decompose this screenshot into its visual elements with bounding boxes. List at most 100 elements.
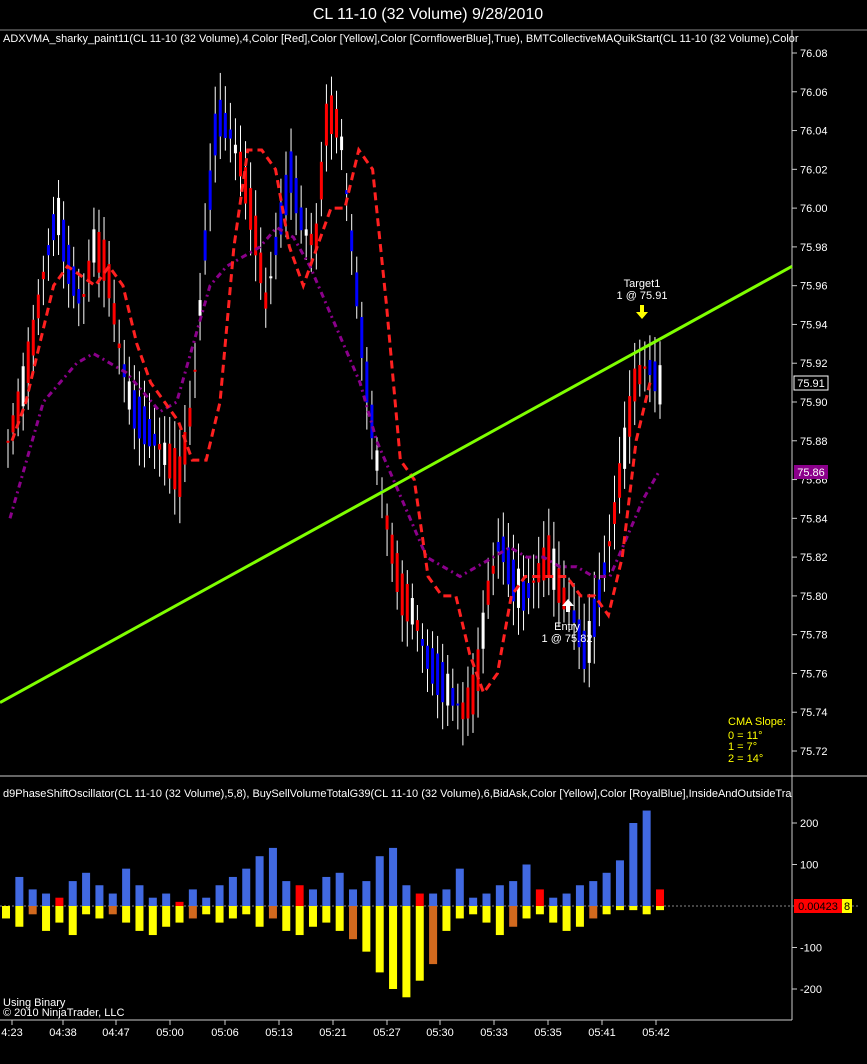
buy-volume-bar [255, 856, 264, 906]
buy-volume-bar [562, 893, 571, 906]
candle-body [72, 266, 76, 296]
candle-body [491, 565, 495, 574]
buy-volume-bar [402, 885, 411, 906]
candle-body [602, 562, 606, 575]
candle-body [228, 129, 232, 139]
candle-body [259, 252, 263, 284]
candle-body [269, 276, 273, 279]
sell-volume-bar [629, 906, 638, 911]
buy-volume-bar [175, 901, 184, 906]
buy-volume-bar [442, 889, 451, 906]
price-tick-label: 75.78 [800, 630, 828, 642]
candle-body [400, 573, 404, 616]
buy-volume-bar [282, 881, 291, 906]
price-tick-label: 75.84 [800, 513, 828, 525]
candle-body [304, 229, 308, 236]
sell-volume-bar [242, 906, 251, 915]
sell-volume-bar [522, 906, 531, 919]
candle-body [6, 440, 10, 443]
candle-body [633, 368, 637, 402]
buy-volume-bar [549, 897, 558, 906]
buy-volume-bar [349, 889, 358, 906]
candle-body [299, 207, 303, 231]
buy-volume-bar [202, 897, 211, 906]
candle-body [511, 559, 515, 602]
candle-body [481, 612, 485, 649]
sell-volume-bar [202, 906, 211, 915]
candle-body [188, 407, 192, 427]
candle-body [395, 553, 399, 592]
footer-line-2: © 2010 NinjaTrader, LLC [3, 1007, 124, 1019]
buy-volume-bar [268, 847, 277, 906]
sell-volume-bar [549, 906, 558, 923]
candle-body [112, 303, 116, 325]
sell-volume-bar [495, 906, 504, 936]
buy-volume-bar [535, 889, 544, 906]
time-tick-label: 05:41 [588, 1027, 616, 1039]
buy-volume-bar [242, 868, 251, 906]
sell-volume-bar [95, 906, 104, 919]
candle-body [148, 419, 152, 447]
sell-volume-bar [562, 906, 571, 931]
osc-value-badge-suffix: 8 [844, 901, 850, 913]
candle-body [385, 515, 389, 530]
price-indicator-header: ADXVMA_sharky_paint11(CL 11-10 (32 Volum… [3, 33, 799, 45]
candle-body [410, 598, 414, 625]
sell-volume-bar [82, 906, 91, 915]
buy-volume-bar [375, 856, 384, 906]
candle-body [436, 653, 440, 695]
candle-body [360, 317, 364, 359]
sell-volume-bar [308, 906, 317, 927]
price-tick-label: 75.94 [800, 319, 828, 331]
candle-body [420, 638, 424, 646]
candle-body [618, 463, 622, 498]
buy-volume-bar [308, 889, 317, 906]
sell-volume-bar [509, 906, 518, 927]
sell-volume-bar [215, 906, 224, 923]
buy-volume-bar [188, 889, 197, 906]
candle-body [158, 443, 162, 450]
candle-body [67, 244, 71, 284]
candle-body [506, 547, 510, 585]
target-detail: 1 @ 75.91 [617, 290, 668, 302]
price-tick-label: 75.76 [800, 668, 828, 680]
candle-body [21, 366, 25, 407]
time-tick-label: 05:00 [156, 1027, 184, 1039]
sell-volume-bar [268, 906, 277, 919]
sell-volume-bar [228, 906, 237, 919]
price-tick-label: 75.88 [800, 436, 828, 448]
candle-body [592, 598, 596, 637]
sell-volume-bar [575, 906, 584, 927]
price-tick-label: 75.90 [800, 397, 828, 409]
buy-volume-bar [55, 897, 64, 906]
candle-body [289, 151, 293, 193]
candle-body [466, 687, 470, 719]
candle-body [431, 648, 435, 684]
sell-volume-bar [455, 906, 464, 919]
osc-tick-label: 200 [800, 818, 818, 830]
candle-body [562, 587, 566, 610]
candle-body [557, 568, 561, 603]
candle-body [11, 415, 15, 433]
candle-body [451, 687, 455, 706]
sell-volume-bar [602, 906, 611, 915]
candle-body [456, 703, 460, 706]
candle-body [405, 583, 409, 622]
buy-volume-bar [335, 872, 344, 906]
candle-body [137, 396, 141, 439]
candle-body [638, 364, 642, 385]
candle-body [501, 536, 505, 563]
buy-volume-bar [629, 823, 638, 906]
candle-body [415, 620, 419, 631]
time-tick-label: 4:23 [1, 1027, 22, 1039]
candle-body [476, 649, 480, 692]
candle-body [132, 390, 136, 429]
sell-volume-bar [148, 906, 157, 936]
buy-volume-bar [429, 893, 438, 906]
candle-body [471, 674, 475, 715]
candle-body [613, 502, 617, 524]
time-tick-label: 04:38 [49, 1027, 77, 1039]
sell-volume-bar [282, 906, 291, 931]
sell-volume-bar [188, 906, 197, 919]
candle-body [198, 300, 202, 316]
